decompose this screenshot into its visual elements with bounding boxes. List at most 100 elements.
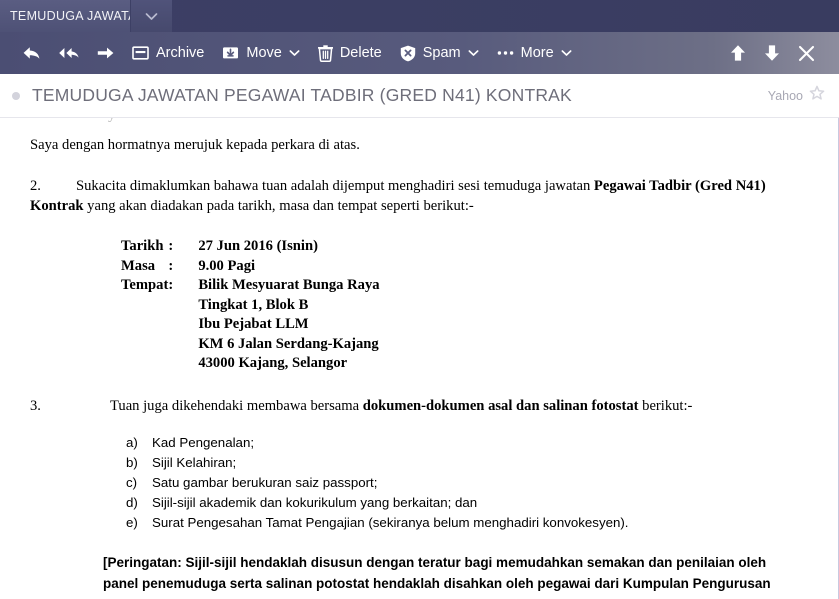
detail-label	[30, 296, 168, 316]
ellipsis-icon	[497, 50, 514, 56]
archive-box-icon	[132, 45, 149, 61]
interview-details-table: Tarikh : 27 Jun 2016 (Isnin) Masa : 9.00…	[30, 237, 380, 374]
trash-icon	[317, 44, 333, 62]
unread-dot-icon[interactable]	[12, 91, 20, 100]
chevron-down-icon	[468, 49, 479, 57]
close-x-icon	[798, 45, 815, 62]
detail-value: 9.00 Pagi	[198, 257, 256, 274]
detail-label: Tempat	[121, 277, 169, 294]
list-item: b) Sijil Kelahiran;	[30, 453, 814, 473]
detail-colon: :	[168, 257, 174, 274]
table-row: Masa : 9.00 Pagi	[30, 257, 380, 277]
star-outline-icon[interactable]	[809, 85, 825, 106]
detail-label	[30, 335, 168, 355]
paragraph-3-number: 3.	[30, 397, 41, 414]
forward-arrow-icon	[96, 45, 115, 61]
detail-value: Tingkat 1, Blok B	[198, 296, 309, 313]
detail-value: Bilik Mesyuarat Bunga Raya	[198, 277, 380, 294]
paragraph-2-number: 2.	[30, 177, 41, 194]
table-row: Tempat : Bilik Mesyuarat Bunga Raya	[30, 276, 380, 296]
clipped-text-strip: y	[0, 118, 838, 127]
next-message-button[interactable]	[756, 39, 788, 67]
table-row: Tingkat 1, Blok B	[30, 296, 380, 316]
detail-colon	[168, 296, 198, 316]
tab-temuduga-jawata[interactable]: TEMUDUGA JAWATA	[0, 0, 130, 32]
list-item: d) Sijil-sijil akademik dan kokurikulum …	[30, 493, 814, 513]
reply-all-button[interactable]	[49, 40, 88, 66]
detail-value: KM 6 Jalan Serdang-Kajang	[198, 335, 379, 352]
intro-paragraph: Saya dengan hormatnya merujuk kepada per…	[30, 137, 360, 153]
list-item: a) Kad Pengenalan;	[30, 433, 814, 453]
list-marker: d)	[126, 495, 138, 511]
spam-label: Spam	[422, 44, 461, 61]
paragraph-3: 3. Tuan juga dikehendaki membawa bersama …	[30, 396, 814, 417]
detail-colon	[168, 335, 198, 355]
paragraph-2: 2. Sukacita dimaklumkan bahawa tuan adala…	[30, 176, 814, 217]
list-item-text: Satu gambar berukuran saiz passport;	[152, 475, 378, 490]
spam-button[interactable]: Spam	[391, 40, 488, 67]
arrow-up-icon	[730, 44, 746, 62]
detail-colon	[168, 315, 198, 335]
arrow-down-icon	[764, 44, 780, 62]
list-marker: c)	[126, 475, 138, 490]
spam-shield-icon	[400, 45, 416, 62]
list-item-text: Surat Pengesahan Tamat Pengajian (sekira…	[152, 515, 629, 531]
detail-value: Ibu Pejabat LLM	[198, 316, 309, 333]
previous-message-button[interactable]	[722, 39, 754, 67]
message-subject-bar: TEMUDUGA JAWATAN PEGAWAI TADBIR (GRED N4…	[0, 74, 839, 118]
page-title: TEMUDUGA JAWATAN PEGAWAI TADBIR (GRED N4…	[32, 85, 572, 105]
tab-strip: TEMUDUGA JAWATA	[0, 0, 839, 32]
reply-all-arrow-icon	[57, 45, 80, 61]
delete-button[interactable]: Delete	[309, 40, 391, 67]
list-marker: b)	[126, 454, 138, 470]
list-marker: a)	[126, 434, 138, 450]
required-documents-list: a) Kad Pengenalan; b) Sijil Kelahiran; c…	[30, 433, 814, 534]
chevron-down-icon	[145, 12, 158, 21]
detail-label: Masa	[121, 257, 156, 274]
list-item-text: Sijil Kelahiran;	[152, 454, 237, 470]
move-button[interactable]: Move	[213, 40, 308, 66]
move-label: Move	[246, 44, 282, 61]
close-message-button[interactable]	[790, 40, 823, 67]
list-item-text: Kad Pengenalan;	[152, 434, 255, 450]
table-row: KM 6 Jalan Serdang-Kajang	[30, 335, 380, 355]
chevron-down-icon	[561, 49, 572, 57]
archive-button[interactable]: Archive	[123, 40, 213, 66]
message-toolbar: Archive Move Delete Spam More	[0, 32, 839, 74]
more-label: More	[520, 44, 554, 61]
message-body-scroll-area[interactable]: y Saya dengan hormatnya merujuk kepada p…	[0, 118, 839, 599]
reply-button[interactable]	[14, 40, 49, 66]
detail-value: 27 Jun 2016 (Isnin)	[198, 238, 318, 255]
detail-colon	[168, 354, 198, 374]
message-document: Saya dengan hormatnya merujuk kepada per…	[0, 118, 838, 595]
detail-label	[30, 354, 168, 374]
reply-actions-group	[14, 40, 123, 66]
reminder-note: [Peringatan: Sijil-sijil hendaklah disus…	[103, 554, 771, 592]
sender-meta: Yahoo	[768, 85, 825, 106]
move-folder-icon	[222, 45, 239, 61]
detail-label: Tarikh	[121, 238, 164, 255]
detail-label	[30, 315, 168, 335]
mail-message-window: TEMUDUGA JAWATA Archive Move Delete Spam…	[0, 0, 839, 599]
tab-label: TEMUDUGA JAWATA	[10, 9, 130, 23]
table-row: 43000 Kajang, Selangor	[30, 354, 380, 374]
clipped-text-fragment: y	[108, 118, 116, 124]
paragraph-2-text-after: yang akan diadakan pada tarikh, masa dan…	[83, 198, 474, 215]
tab-dropdown-button[interactable]	[130, 0, 172, 32]
detail-colon: :	[168, 238, 174, 255]
chevron-down-icon	[289, 49, 300, 57]
toolbar-nav-group	[722, 39, 825, 67]
delete-label: Delete	[339, 44, 382, 61]
list-item: e) Surat Pengesahan Tamat Pengajian (sek…	[30, 513, 814, 533]
forward-button[interactable]	[88, 40, 123, 66]
more-button[interactable]: More	[488, 41, 581, 66]
paragraph-2-text-before: Sukacita dimaklumkan bahawa tuan adalah …	[76, 177, 594, 194]
reply-arrow-icon	[22, 45, 41, 61]
paragraph-3-text-after: berikut:-	[638, 397, 693, 414]
list-item-text: Sijil-sijil akademik dan kokurikulum yan…	[152, 495, 478, 511]
table-row: Ibu Pejabat LLM	[30, 315, 380, 335]
tab-strip-empty-area	[172, 0, 839, 32]
detail-colon: :	[168, 277, 174, 294]
table-row: Tarikh : 27 Jun 2016 (Isnin)	[30, 237, 380, 257]
paragraph-3-text-before: Tuan juga dikehendaki membawa bersama	[110, 397, 363, 414]
